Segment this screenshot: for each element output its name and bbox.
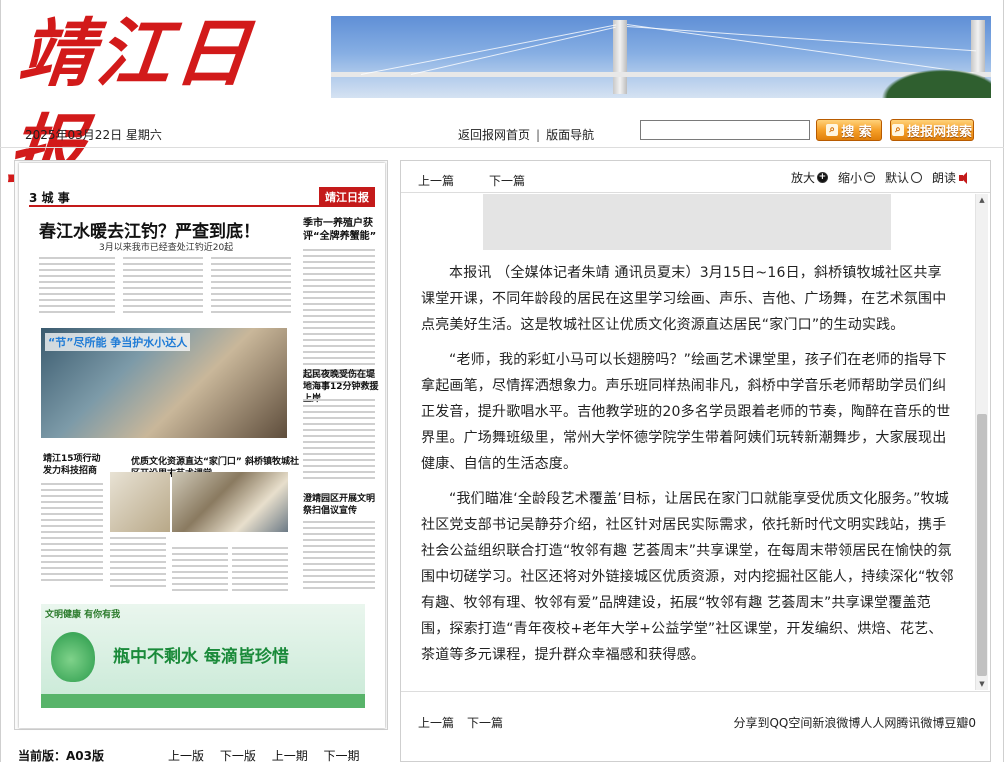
prev-issue-link[interactable]: 上一期 (272, 749, 308, 762)
next-page-link[interactable]: 下一版 (220, 749, 256, 762)
nav-links: 返回报网首页 | 版面导航 (458, 126, 594, 143)
paper-ad[interactable]: 文明健康 有你有我 瓶中不剩水 每滴皆珍惜 (41, 604, 365, 708)
article-text: 本报讯 （全媒体记者朱靖 通讯员夏末）3月15日~16日，斜桥镇牧城社区共享课堂… (421, 260, 955, 677)
paper-side-headline[interactable]: 季市一养殖户获评“全牌养蟹能” (303, 217, 381, 243)
article-paragraph: “我们瞄准‘全龄段艺术覆盖’目标，让居民在家门口就能享受优质文化服务。”牧城社区… (421, 491, 954, 663)
read-aloud-button[interactable]: 朗读 (932, 169, 972, 186)
paper-photo[interactable] (110, 472, 170, 532)
site-search-button[interactable]: ⌕ 搜报网搜索 (890, 119, 974, 141)
site-header: 靖江日报 (0, 0, 1004, 193)
home-link[interactable]: 返回报网首页 (458, 128, 530, 142)
edition-nav: 上一版 下一版 上一期 下一期 (168, 747, 372, 762)
minus-icon: − (863, 172, 875, 183)
read-aloud-label: 朗读 (931, 171, 956, 185)
text-column (110, 537, 166, 591)
prev-page-link[interactable]: 上一版 (168, 749, 204, 762)
search-input[interactable] (640, 120, 810, 140)
zoom-in-button[interactable]: 放大 + (791, 169, 828, 186)
search-button[interactable]: ⌕ 搜 索 (816, 119, 882, 141)
text-column (303, 249, 375, 387)
prev-article-link[interactable]: 上一篇 (418, 172, 454, 189)
article-paragraph: “老师，我的彩虹小马可以长翅膀吗？”绘画艺术课堂里，孩子们在老师的指导下拿起画笔… (421, 352, 951, 472)
text-column (39, 257, 115, 317)
newspaper-page-panel: 3 城 事 靖江日报 春江水暖去江钓？严查到底！ 3月以来我市已经查处江钓近20… (14, 160, 388, 730)
site-search-button-label: 搜报网搜索 (906, 124, 972, 140)
paper-subheadline: 3月以来我市已经查处江钓近20起 (99, 243, 234, 253)
next-issue-link[interactable]: 下一期 (324, 749, 360, 762)
speaker-icon (958, 171, 972, 185)
text-column (172, 547, 228, 595)
article-panel: 上一篇 下一篇 放大 + 缩小 − 默认 朗读 本报讯 （全媒体记者朱靖 通讯员… (400, 160, 991, 762)
plus-icon: + (816, 172, 828, 183)
search-button-label: 搜 索 (841, 124, 872, 140)
article-top-bar: 上一篇 下一篇 放大 + 缩小 − 默认 朗读 (401, 161, 990, 193)
page-nav-link[interactable]: 版面导航 (546, 128, 594, 142)
newspaper-page-image[interactable]: 3 城 事 靖江日报 春江水暖去江钓？严查到底！ 3月以来我市已经查处江钓近20… (19, 163, 385, 728)
circle-icon (910, 172, 922, 183)
paper-header-bar: 3 城 事 靖江日报 (29, 187, 375, 207)
scroll-down-arrow-icon[interactable]: ▼ (976, 678, 988, 690)
paper-ad-tagline: 文明健康 有你有我 (45, 610, 121, 620)
text-column (123, 257, 203, 317)
text-column (41, 483, 103, 585)
bridge-cable (360, 24, 617, 75)
zoom-in-label: 放大 (790, 171, 815, 185)
next-article-link-bottom[interactable]: 下一篇 (467, 714, 503, 731)
text-column (303, 521, 375, 593)
text-column (303, 399, 375, 483)
text-column (232, 547, 288, 595)
article-body: 本报讯 （全媒体记者朱靖 通讯员夏末）3月15日~16日，斜桥镇牧城社区共享课堂… (401, 194, 990, 690)
paper-photo-caption: “节”尽所能 争当护水小达人 (45, 333, 191, 351)
bridge-tower (613, 20, 627, 94)
zoom-out-button[interactable]: 缩小 − (838, 169, 875, 186)
banner-trees (871, 64, 991, 98)
current-edition-value: A03版 (66, 749, 105, 762)
default-size-label: 默认 (884, 171, 909, 185)
search-icon: ⌕ (826, 124, 839, 136)
article-bottom-bar: 上一篇 下一篇 分享到QQ空间新浪微博人人网腾讯微博豆瓣0 (401, 691, 990, 751)
article-image (483, 194, 891, 250)
paper-headline[interactable]: 春江水暖去江钓？严查到底！ (39, 217, 260, 242)
water-drop-icon (51, 632, 95, 682)
share-links[interactable]: 分享到QQ空间新浪微博人人网腾讯微博豆瓣0 (733, 714, 976, 731)
header-banner (331, 16, 991, 98)
nav-separator: | (536, 128, 541, 142)
paper-ad-footer (41, 694, 365, 708)
issue-date: 2025年03月22日 星期六 (25, 128, 162, 142)
current-edition: 当前版：A03版 (18, 747, 104, 762)
scroll-thumb[interactable] (977, 414, 987, 676)
paper-masthead: 靖江日报 (319, 187, 375, 207)
paper-side-label[interactable]: 靖江15项行动发力科技招商 (43, 453, 103, 477)
article-paragraph: 本报讯 （全媒体记者朱靖 通讯员夏末）3月15日~16日，斜桥镇牧城社区共享课堂… (421, 265, 947, 333)
search-icon: ⌕ (891, 124, 904, 136)
font-tools: 放大 + 缩小 − 默认 朗读 (791, 169, 972, 186)
article-scrollbar[interactable]: ▲ ▼ (975, 194, 988, 690)
current-edition-label: 当前版： (18, 749, 67, 762)
paper-side-label[interactable]: 澄靖园区开展文明祭扫倡议宣传 (303, 493, 379, 517)
zoom-out-label: 缩小 (837, 171, 862, 185)
bridge-cable (410, 26, 616, 75)
paper-ad-slogan: 瓶中不剩水 每滴皆珍惜 (113, 647, 289, 667)
site-logo[interactable]: 靖江日报 (4, 6, 314, 193)
default-size-button[interactable]: 默认 (885, 169, 922, 186)
scroll-up-arrow-icon[interactable]: ▲ (976, 194, 988, 206)
text-column (211, 257, 291, 317)
paper-section: 3 城 事 (29, 191, 70, 205)
paper-photo[interactable] (172, 472, 288, 532)
prev-article-link-bottom[interactable]: 上一篇 (418, 714, 454, 731)
toolbar: 2025年03月22日 星期六 返回报网首页 | 版面导航 ⌕ 搜 索 ⌕ 搜报网搜… (0, 118, 1004, 148)
next-article-link[interactable]: 下一篇 (489, 172, 525, 189)
